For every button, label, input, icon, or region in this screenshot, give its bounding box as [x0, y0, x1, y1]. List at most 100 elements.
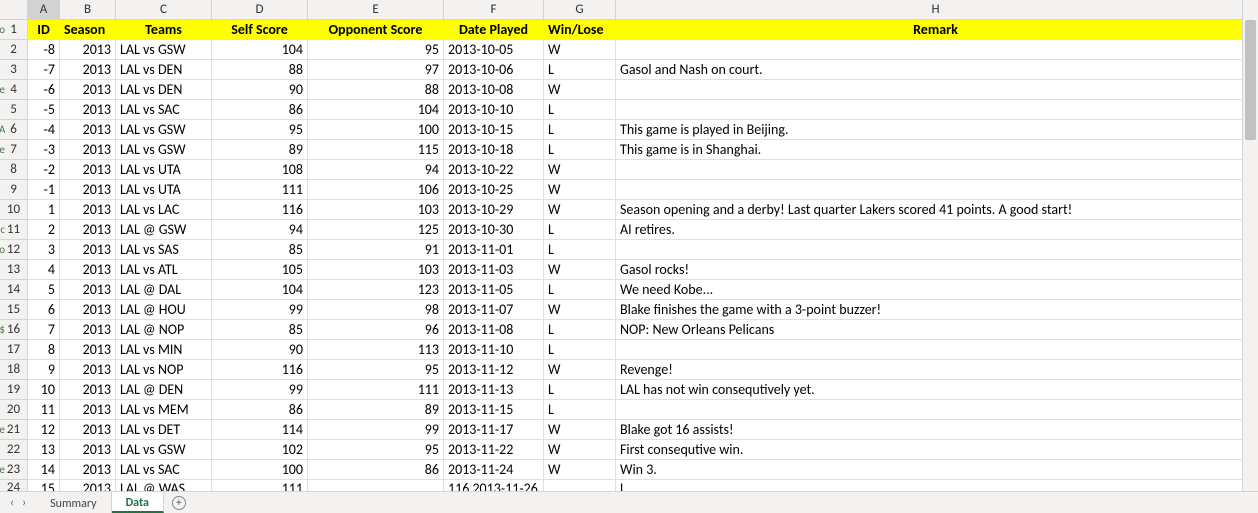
cell-A3[interactable]: -7 — [28, 60, 60, 80]
cell-H21[interactable]: Blake got 16 assists! — [616, 420, 1242, 440]
cell-B13[interactable]: 2013 — [60, 260, 116, 280]
header-cell-G[interactable]: Win/Lose — [544, 20, 616, 40]
cell-D15[interactable]: 99 — [212, 300, 308, 320]
cell-A17[interactable]: 8 — [28, 340, 60, 360]
row-header-19[interactable]: 19 — [0, 380, 28, 400]
cell-G16[interactable]: L — [544, 320, 616, 340]
cell-A4[interactable]: -6 — [28, 80, 60, 100]
sheet-tab-data[interactable]: Data — [112, 492, 164, 513]
cell-D23[interactable]: 100 — [212, 460, 308, 480]
row-header-15[interactable]: 15 — [0, 300, 28, 320]
cell-E16[interactable]: 96 — [308, 320, 444, 340]
cell-C20[interactable]: LAL vs MEM — [116, 400, 212, 420]
cell-B4[interactable]: 2013 — [60, 80, 116, 100]
cell-D18[interactable]: 116 — [212, 360, 308, 380]
cell-G7[interactable]: L — [544, 140, 616, 160]
sheet-tab-summary[interactable]: Summary — [36, 492, 111, 513]
cell-H19[interactable]: LAL has not win consequtively yet. — [616, 380, 1242, 400]
cell-C12[interactable]: LAL vs SAS — [116, 240, 212, 260]
sheet-nav-next-icon[interactable]: › — [20, 496, 28, 510]
cell-D11[interactable]: 94 — [212, 220, 308, 240]
cell-G24[interactable] — [544, 480, 616, 491]
cell-E13[interactable]: 103 — [308, 260, 444, 280]
cell-H18[interactable]: Revenge! — [616, 360, 1242, 380]
cell-A16[interactable]: 7 — [28, 320, 60, 340]
column-header-G[interactable]: G — [544, 0, 616, 20]
cell-F21[interactable]: 2013-11-17 — [444, 420, 544, 440]
cell-E7[interactable]: 115 — [308, 140, 444, 160]
cell-F6[interactable]: 2013-10-15 — [444, 120, 544, 140]
cell-G23[interactable]: W — [544, 460, 616, 480]
cell-A21[interactable]: 12 — [28, 420, 60, 440]
cell-D19[interactable]: 99 — [212, 380, 308, 400]
cell-B2[interactable]: 2013 — [60, 40, 116, 60]
cell-B20[interactable]: 2013 — [60, 400, 116, 420]
cell-B21[interactable]: 2013 — [60, 420, 116, 440]
cell-A6[interactable]: -4 — [28, 120, 60, 140]
cell-B18[interactable]: 2013 — [60, 360, 116, 380]
cell-F18[interactable]: 2013-11-12 — [444, 360, 544, 380]
cell-C4[interactable]: LAL vs DEN — [116, 80, 212, 100]
new-sheet-button[interactable]: + — [164, 492, 194, 513]
cell-C9[interactable]: LAL vs UTA — [116, 180, 212, 200]
cell-C23[interactable]: LAL vs SAC — [116, 460, 212, 480]
cell-H13[interactable]: Gasol rocks! — [616, 260, 1242, 280]
cell-F11[interactable]: 2013-10-30 — [444, 220, 544, 240]
row-header-1[interactable]: 1 — [0, 20, 28, 40]
cell-E12[interactable]: 91 — [308, 240, 444, 260]
cell-B17[interactable]: 2013 — [60, 340, 116, 360]
cell-B22[interactable]: 2013 — [60, 440, 116, 460]
cell-B14[interactable]: 2013 — [60, 280, 116, 300]
vertical-scrollbar[interactable] — [1242, 0, 1258, 491]
cell-D21[interactable]: 114 — [212, 420, 308, 440]
cell-A20[interactable]: 11 — [28, 400, 60, 420]
header-cell-D[interactable]: Self Score — [212, 20, 308, 40]
cell-D10[interactable]: 116 — [212, 200, 308, 220]
cell-C5[interactable]: LAL vs SAC — [116, 100, 212, 120]
cell-H23[interactable]: Win 3. — [616, 460, 1242, 480]
cell-E15[interactable]: 98 — [308, 300, 444, 320]
cell-A22[interactable]: 13 — [28, 440, 60, 460]
sheet-nav-prev-icon[interactable]: ‹ — [8, 496, 16, 510]
cell-G21[interactable]: W — [544, 420, 616, 440]
cell-B11[interactable]: 2013 — [60, 220, 116, 240]
cell-F5[interactable]: 2013-10-10 — [444, 100, 544, 120]
cell-C15[interactable]: LAL @ HOU — [116, 300, 212, 320]
cell-C7[interactable]: LAL vs GSW — [116, 140, 212, 160]
row-header-9[interactable]: 9 — [0, 180, 28, 200]
row-header-24[interactable]: 24 — [0, 480, 28, 491]
cell-A11[interactable]: 2 — [28, 220, 60, 240]
column-header-F[interactable]: F — [444, 0, 544, 20]
cell-G15[interactable]: W — [544, 300, 616, 320]
header-cell-H[interactable]: Remark — [616, 20, 1242, 40]
cell-F10[interactable]: 2013-10-29 — [444, 200, 544, 220]
cell-G5[interactable]: L — [544, 100, 616, 120]
cell-G6[interactable]: L — [544, 120, 616, 140]
cell-G14[interactable]: L — [544, 280, 616, 300]
row-header-3[interactable]: 3 — [0, 60, 28, 80]
cell-C21[interactable]: LAL vs DET — [116, 420, 212, 440]
column-header-D[interactable]: D — [212, 0, 308, 20]
cell-G9[interactable]: W — [544, 180, 616, 200]
cell-D13[interactable]: 105 — [212, 260, 308, 280]
row-header-20[interactable]: 20 — [0, 400, 28, 420]
row-header-22[interactable]: 22 — [0, 440, 28, 460]
row-header-11[interactable]: 11 — [0, 220, 28, 240]
cell-H6[interactable]: This game is played in Beijing. — [616, 120, 1242, 140]
cell-E9[interactable]: 106 — [308, 180, 444, 200]
cell-A8[interactable]: -2 — [28, 160, 60, 180]
cell-G2[interactable]: W — [544, 40, 616, 60]
cell-C17[interactable]: LAL vs MIN — [116, 340, 212, 360]
cell-G12[interactable]: L — [544, 240, 616, 260]
cell-F8[interactable]: 2013-10-22 — [444, 160, 544, 180]
cell-H14[interactable]: We need Kobe... — [616, 280, 1242, 300]
cell-H15[interactable]: Blake finishes the game with a 3-point b… — [616, 300, 1242, 320]
cell-E21[interactable]: 99 — [308, 420, 444, 440]
cell-G8[interactable]: W — [544, 160, 616, 180]
cell-F14[interactable]: 2013-11-05 — [444, 280, 544, 300]
cell-A7[interactable]: -3 — [28, 140, 60, 160]
row-header-14[interactable]: 14 — [0, 280, 28, 300]
row-header-16[interactable]: 16 — [0, 320, 28, 340]
cell-A23[interactable]: 14 — [28, 460, 60, 480]
cell-F17[interactable]: 2013-11-10 — [444, 340, 544, 360]
